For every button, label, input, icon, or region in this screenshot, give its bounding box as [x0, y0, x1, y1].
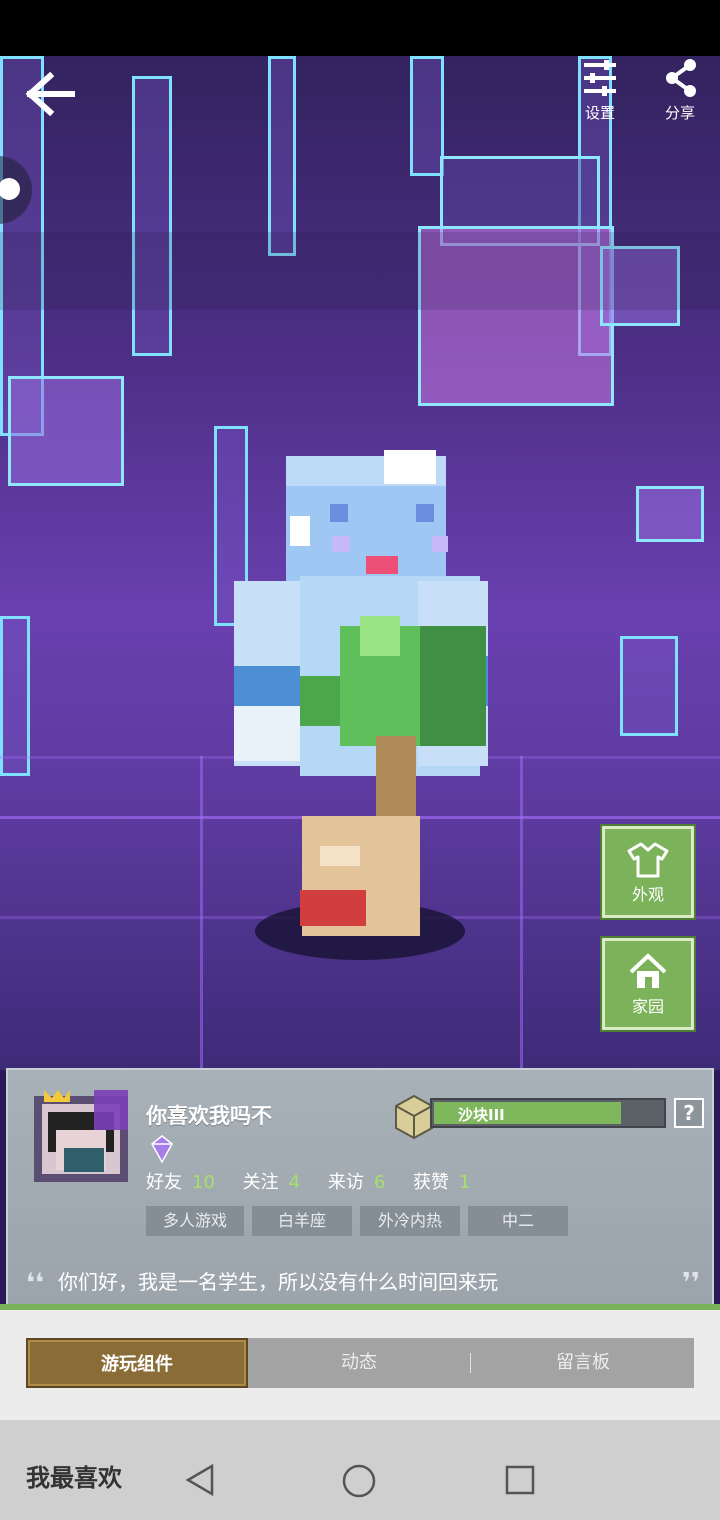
tag: 多人游戏	[146, 1206, 244, 1236]
visitors-label[interactable]: 来访	[328, 1172, 364, 1193]
status-bar	[0, 0, 720, 56]
share-button[interactable]: 分享	[648, 58, 712, 123]
profile-stats: 好友 10 关注 4 来访 6 获赞 1	[146, 1168, 492, 1194]
shirt-icon	[627, 842, 669, 878]
friends-label[interactable]: 好友	[146, 1172, 182, 1193]
level-bar-fill: 沙块III	[434, 1102, 621, 1124]
nav-recents-icon[interactable]	[502, 1462, 538, 1498]
tab-area: 游玩组件 动态 留言板	[0, 1310, 720, 1420]
tab-activity[interactable]: 动态	[248, 1338, 470, 1388]
visitors-count[interactable]: 6	[374, 1172, 385, 1193]
nav-back-icon[interactable]	[182, 1462, 218, 1498]
following-label[interactable]: 关注	[243, 1172, 279, 1193]
likes-count[interactable]: 1	[459, 1172, 470, 1193]
home-label: 家园	[631, 997, 664, 1016]
bottom-section: 我最喜欢	[0, 1420, 720, 1520]
appearance-button[interactable]: 外观	[602, 826, 694, 918]
tag: 白羊座	[252, 1206, 352, 1236]
toggle-dot-icon	[0, 178, 20, 200]
help-button[interactable]: ?	[674, 1098, 704, 1128]
level-progress: 沙块III ?	[392, 1094, 712, 1140]
tab-bar: 游玩组件 动态 留言板	[26, 1338, 694, 1388]
section-title: 我最喜欢	[26, 1464, 122, 1492]
profile-bio: ❛❛ 你们好，我是一名学生，所以没有什么时间回来玩 ❜❜	[26, 1266, 700, 1299]
back-button[interactable]	[22, 66, 78, 122]
nav-home-icon[interactable]	[340, 1462, 378, 1500]
friends-count[interactable]: 10	[192, 1172, 215, 1193]
vip-gem-icon	[151, 1135, 173, 1164]
home-button[interactable]: 家园	[602, 938, 694, 1030]
level-bar: 沙块III	[430, 1098, 666, 1128]
tag: 中二	[468, 1206, 568, 1236]
likes-label[interactable]: 获赞	[413, 1172, 449, 1193]
username: 你喜欢我吗不	[146, 1104, 272, 1128]
back-arrow-icon	[25, 71, 75, 117]
house-icon	[629, 953, 667, 988]
level-label: 沙块III	[458, 1106, 505, 1124]
tag: 外冷内热	[360, 1206, 460, 1236]
quote-left-icon: ❛❛	[26, 1268, 45, 1299]
settings-button[interactable]: 设置	[568, 58, 632, 123]
profile-card: 你喜欢我吗不 沙块III ? 好友 10 关注 4 来访 6 获赞 1 多人游戏 白羊座外…	[6, 1068, 714, 1306]
tab-play-components[interactable]: 游玩组件	[26, 1338, 248, 1388]
tab-separator	[470, 1353, 471, 1373]
profile-tags: 多人游戏 白羊座 外冷内热 中二	[146, 1206, 576, 1236]
appearance-label: 外观	[631, 885, 664, 904]
share-label: 分享	[664, 104, 695, 122]
sliders-icon	[584, 60, 616, 96]
share-icon	[666, 59, 696, 97]
user-avatar[interactable]	[34, 1090, 128, 1182]
tab-message-board[interactable]: 留言板	[472, 1338, 694, 1388]
bio-text: 你们好，我是一名学生，所以没有什么时间回来玩	[58, 1270, 499, 1294]
settings-label: 设置	[584, 104, 615, 122]
quote-right-icon: ❜❜	[681, 1268, 700, 1298]
following-count[interactable]: 4	[289, 1172, 300, 1193]
